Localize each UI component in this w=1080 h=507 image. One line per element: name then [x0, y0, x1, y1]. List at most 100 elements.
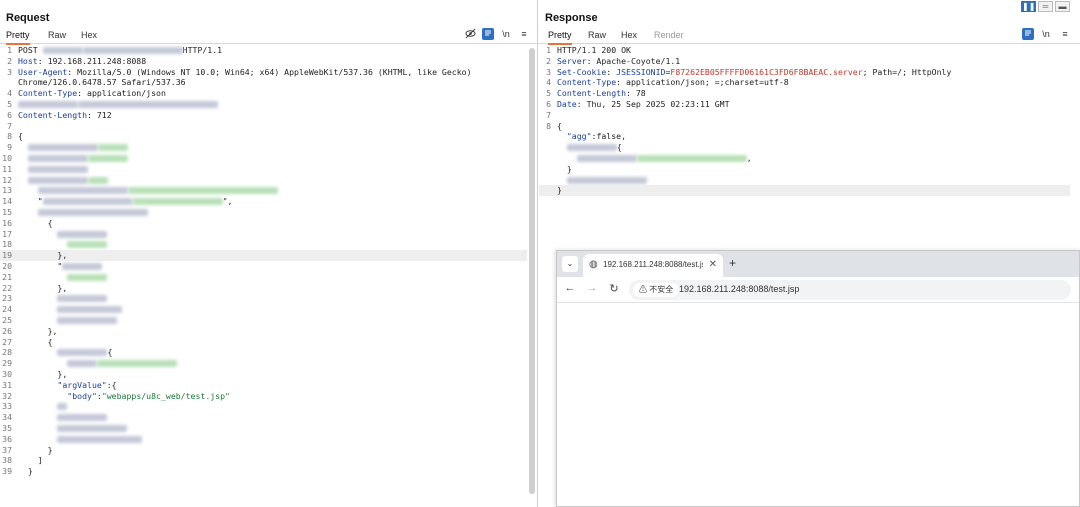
request-tab-raw[interactable]: Raw — [48, 30, 66, 43]
redacted-text — [67, 241, 108, 249]
response-tab-pretty[interactable]: Pretty — [548, 30, 572, 45]
code-text — [18, 229, 108, 240]
code-line: 39 } — [0, 466, 527, 477]
response-tab-raw[interactable]: Raw — [588, 30, 606, 43]
code-line: 7 — [0, 121, 527, 132]
code-text — [18, 304, 123, 315]
code-text — [18, 272, 108, 283]
code-text: ] — [18, 455, 43, 466]
line-number: 29 — [2, 358, 12, 369]
request-scrollbar[interactable] — [529, 48, 535, 494]
code-text — [18, 175, 108, 186]
response-tab-hex[interactable]: Hex — [621, 30, 637, 43]
code-text: Date: Thu, 25 Sep 2025 02:23:11 GMT — [557, 99, 730, 109]
line-number: 37 — [2, 444, 12, 455]
redacted-text — [42, 47, 83, 54]
code-text — [18, 185, 278, 196]
code-text: { — [18, 347, 112, 358]
request-tab-pretty[interactable]: Pretty — [6, 30, 30, 45]
chevron-down-icon[interactable]: ⌄ — [562, 256, 578, 272]
line-number: 27 — [2, 336, 12, 347]
line-number: 17 — [2, 228, 12, 239]
code-line: 12 — [0, 175, 527, 186]
code-line: 25 — [0, 315, 527, 326]
newline-toggle[interactable]: \n — [1040, 28, 1052, 40]
back-icon[interactable]: ← — [563, 282, 577, 294]
redacted-text — [57, 306, 123, 314]
line-number: 32 — [2, 390, 12, 401]
line-number: 2 — [546, 55, 551, 66]
code-text — [18, 293, 108, 304]
redacted-text — [636, 155, 747, 162]
redacted-text — [27, 176, 88, 184]
code-line: 13 — [0, 185, 527, 196]
request-pane: Request Pretty Raw Hex \n ≡ 1 POST HTTP/1… — [0, 0, 538, 507]
line-number: 33 — [2, 401, 12, 412]
request-editor[interactable]: 1 POST HTTP/1.1 2 Host: 192.168.211.248:808… — [0, 45, 537, 507]
code-line: 8{ — [539, 121, 1070, 132]
redacted-text — [57, 414, 108, 422]
line-number: 24 — [2, 304, 12, 315]
redacted-text — [127, 187, 278, 195]
line-number: 38 — [2, 455, 12, 466]
request-tabs: Pretty Raw Hex — [0, 28, 537, 45]
format-icon[interactable] — [1022, 28, 1034, 40]
line-number: 30 — [2, 369, 12, 379]
code-text — [18, 239, 108, 250]
code-text — [18, 434, 143, 445]
code-text: } — [18, 444, 53, 455]
layout-split-icon[interactable]: ❚❚ — [1021, 1, 1036, 12]
address-bar[interactable]: ⚠ 不安全 192.168.211.248:8088/test.jsp — [629, 280, 1071, 300]
response-tab-render[interactable]: Render — [654, 30, 684, 43]
redacted-text — [57, 435, 143, 443]
code-line: 8{ — [0, 131, 527, 142]
line-number: 3 — [546, 66, 551, 77]
code-line: 33 — [0, 401, 527, 412]
close-icon[interactable]: ✕ — [709, 259, 717, 270]
redacted-text — [87, 155, 128, 162]
redacted-text — [57, 295, 108, 303]
code-line: 31 "argValue":{ — [0, 380, 527, 391]
line-number: 36 — [2, 433, 12, 444]
code-text: }, — [18, 282, 68, 293]
line-number: 18 — [2, 239, 12, 250]
code-text: " — [18, 261, 103, 272]
newline-toggle[interactable]: \n — [500, 28, 512, 40]
layout-tabs-icon[interactable]: ▬ — [1055, 1, 1070, 12]
code-line: 28 { — [0, 347, 527, 358]
line-number: 2 — [7, 55, 12, 66]
redacted-text — [27, 165, 88, 173]
code-line: 6 Content-Length: 712 — [0, 110, 527, 121]
code-line: 1 POST HTTP/1.1 — [0, 45, 527, 56]
line-number: 31 — [2, 379, 12, 390]
code-line: 35 — [0, 423, 527, 434]
code-text: HTTP/1.1 200 OK — [557, 45, 631, 55]
code-text: Chrome/126.0.6478.57 Safari/537.36 — [18, 77, 186, 88]
code-text: }, — [18, 325, 58, 336]
code-text: Content-Length: 712 — [18, 109, 112, 120]
forward-icon[interactable]: → — [585, 282, 599, 294]
format-icon[interactable] — [482, 28, 494, 40]
security-indicator[interactable]: ⚠ 不安全 — [633, 283, 680, 297]
browser-navbar: ← → ↻ ⚠ 不安全 192.168.211.248:8088/test.js… — [557, 277, 1079, 303]
request-tab-hex[interactable]: Hex — [81, 30, 97, 43]
browser-tab[interactable]: ◍ 192.168.211.248:8088/test.jsp ✕ — [583, 254, 723, 277]
redacted-text — [97, 144, 128, 152]
redacted-text — [97, 360, 178, 368]
code-text: POST HTTP/1.1 — [18, 45, 223, 55]
code-line: , — [539, 153, 1070, 164]
layout-horizontal-icon[interactable]: ═ — [1038, 1, 1053, 12]
code-line: } — [539, 185, 1070, 197]
new-tab-icon[interactable]: + — [729, 256, 736, 270]
code-line: 18 — [0, 239, 527, 250]
hide-icon[interactable] — [464, 28, 476, 40]
redacted-text — [132, 198, 223, 206]
menu-icon[interactable]: ≡ — [518, 28, 530, 40]
reload-icon[interactable]: ↻ — [607, 282, 621, 295]
line-number: 13 — [2, 185, 12, 196]
menu-icon[interactable]: ≡ — [1059, 28, 1071, 40]
line-number: 5 — [7, 99, 12, 109]
line-number: 16 — [2, 217, 12, 228]
code-line: 2 Server: Apache-Coyote/1.1 — [539, 56, 1070, 67]
browser-tab-title: 192.168.211.248:8088/test.jsp — [603, 260, 703, 269]
